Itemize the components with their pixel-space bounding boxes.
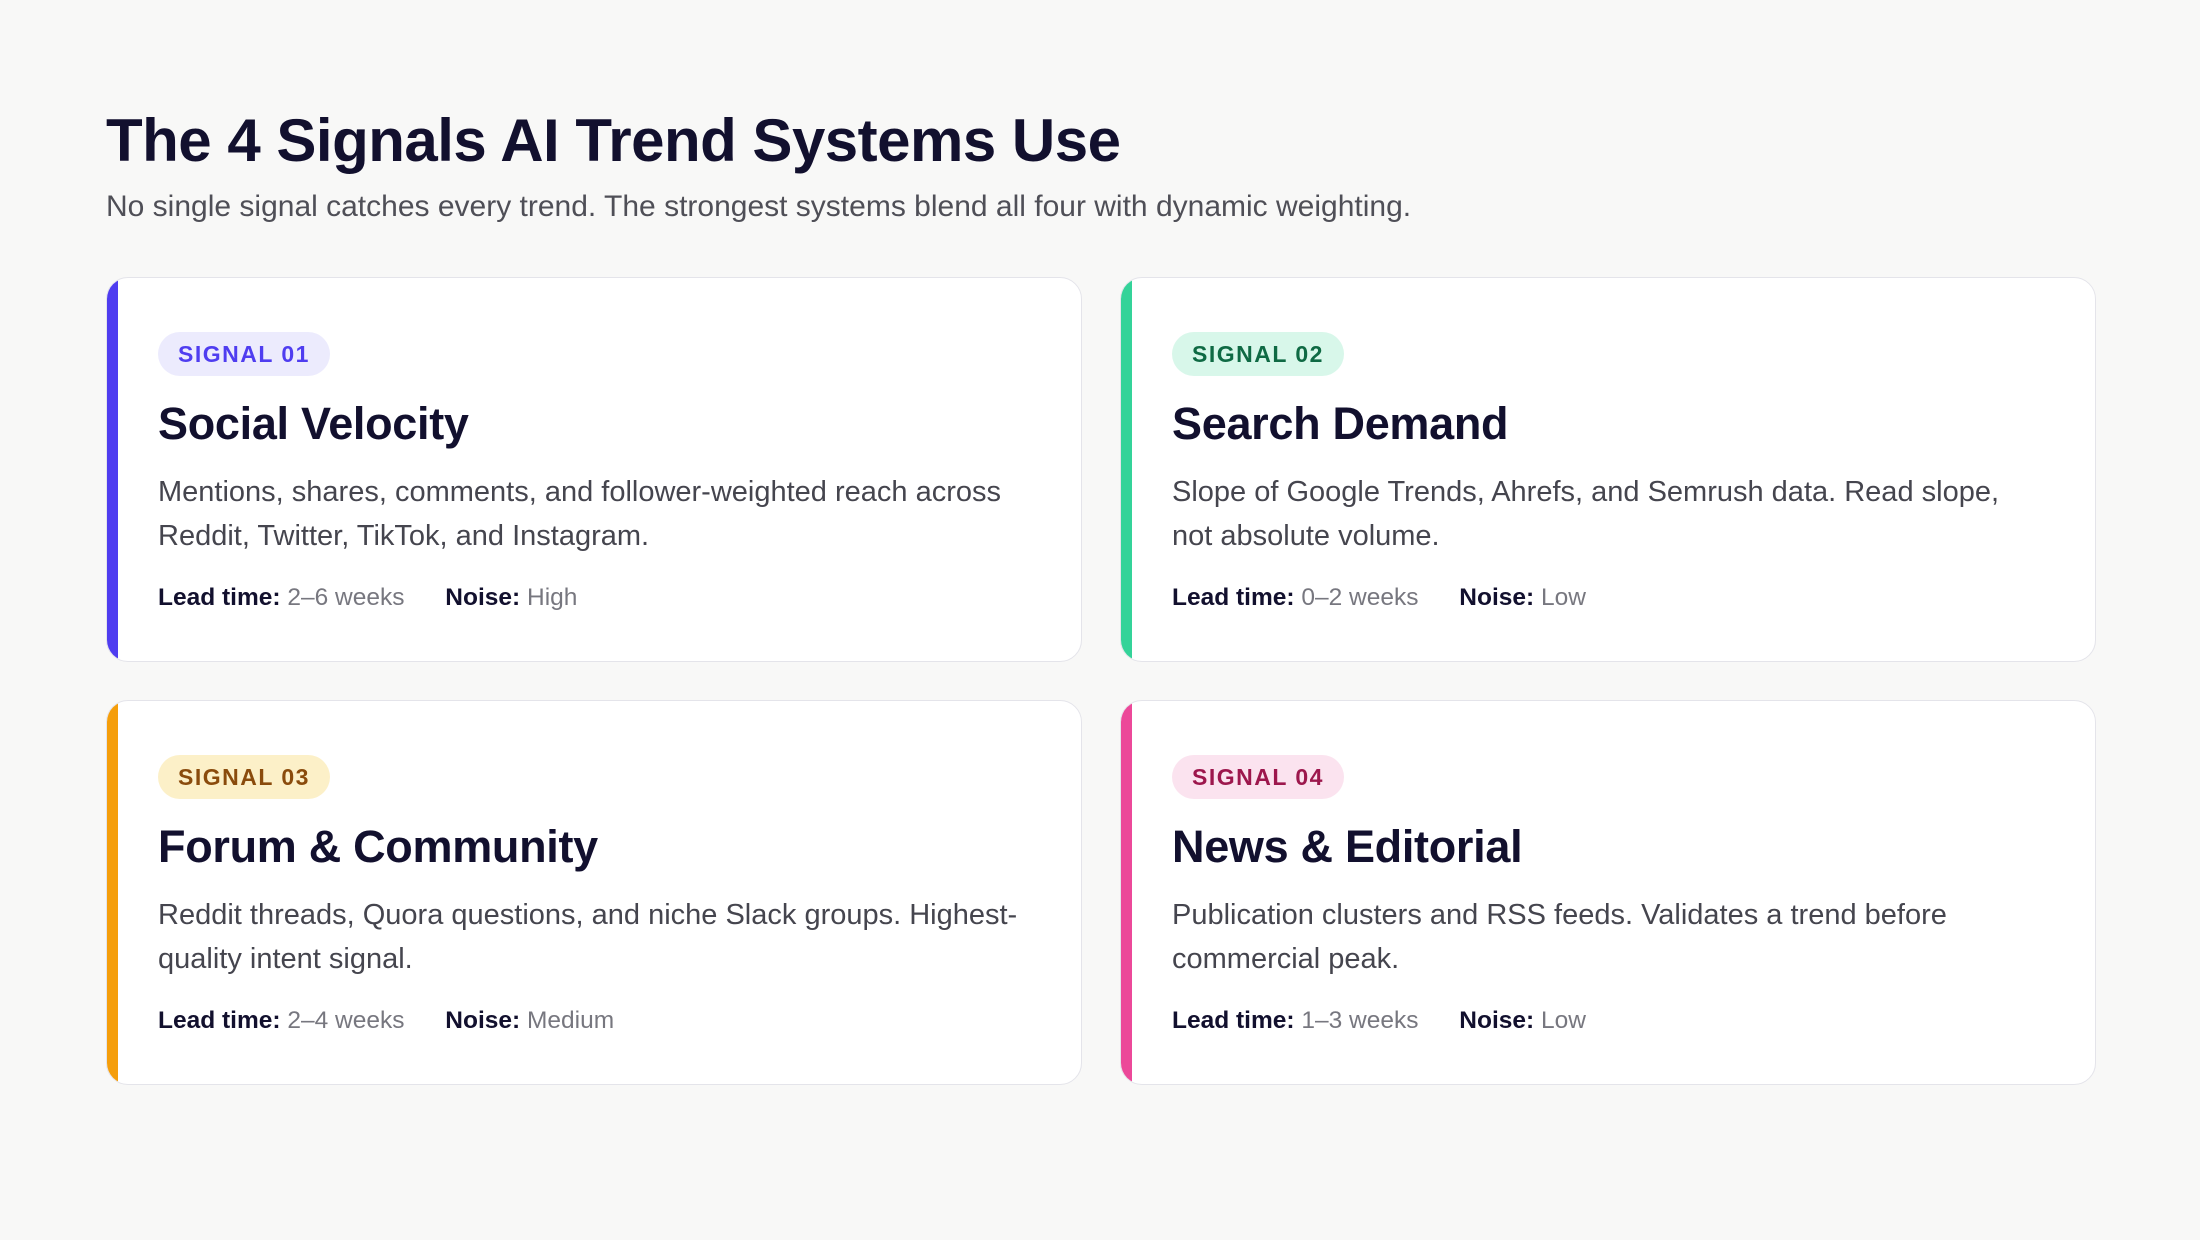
page: The 4 Signals AI Trend Systems Use No si… <box>106 105 2096 1085</box>
signal-card-search-demand: SIGNAL 02 Search Demand Slope of Google … <box>1120 277 2096 662</box>
card-accent-bar <box>1121 701 1132 1084</box>
noise-value: Medium <box>527 1007 615 1034</box>
card-description: Publication clusters and RSS feeds. Vali… <box>1172 899 1947 975</box>
card-meta: Lead time: 1–3 weeks Noise: Low <box>1172 1005 2045 1037</box>
lead-time: Lead time: 1–3 weeks <box>1172 1005 1418 1037</box>
noise: Noise: Low <box>1459 1005 1586 1037</box>
lead-time-label: Lead time: <box>1172 1007 1295 1034</box>
noise: Noise: Medium <box>445 1005 614 1037</box>
card-meta: Lead time: 2–4 weeks Noise: Medium <box>158 1005 1031 1037</box>
lead-time-value: 0–2 weeks <box>1301 584 1419 611</box>
noise-label: Noise: <box>1459 1007 1535 1034</box>
lead-time-label: Lead time: <box>1172 584 1295 611</box>
signal-card-forum-community: SIGNAL 03 Forum & Community Reddit threa… <box>106 700 1082 1085</box>
card-description: Mentions, shares, comments, and follower… <box>158 476 1001 552</box>
noise-value: Low <box>1541 1007 1586 1034</box>
lead-time: Lead time: 0–2 weeks <box>1172 582 1418 614</box>
noise: Noise: Low <box>1459 582 1586 614</box>
signal-card-news-editorial: SIGNAL 04 News & Editorial Publication c… <box>1120 700 2096 1085</box>
noise: Noise: High <box>445 582 577 614</box>
card-title: News & Editorial <box>1172 821 1523 872</box>
lead-time-value: 1–3 weeks <box>1301 1007 1419 1034</box>
card-accent-bar <box>107 701 118 1084</box>
card-title: Forum & Community <box>158 821 598 872</box>
signal-badge: SIGNAL 01 <box>158 332 330 376</box>
lead-time: Lead time: 2–6 weeks <box>158 582 404 614</box>
lead-time-value: 2–6 weeks <box>287 584 405 611</box>
signal-card-grid: SIGNAL 01 Social Velocity Mentions, shar… <box>106 277 2096 1085</box>
noise-label: Noise: <box>445 584 521 611</box>
card-description: Reddit threads, Quora questions, and nic… <box>158 899 1018 975</box>
card-description: Slope of Google Trends, Ahrefs, and Semr… <box>1172 476 2000 552</box>
signal-card-social-velocity: SIGNAL 01 Social Velocity Mentions, shar… <box>106 277 1082 662</box>
noise-label: Noise: <box>445 1007 521 1034</box>
noise-value: Low <box>1541 584 1586 611</box>
page-title: The 4 Signals AI Trend Systems Use <box>106 107 1121 174</box>
noise-value: High <box>527 584 578 611</box>
card-title: Search Demand <box>1172 398 1509 449</box>
card-meta: Lead time: 0–2 weeks Noise: Low <box>1172 582 2045 614</box>
lead-time-label: Lead time: <box>158 1007 281 1034</box>
signal-badge: SIGNAL 03 <box>158 755 330 799</box>
signal-badge: SIGNAL 04 <box>1172 755 1344 799</box>
noise-label: Noise: <box>1459 584 1535 611</box>
card-title: Social Velocity <box>158 398 469 449</box>
card-accent-bar <box>107 278 118 661</box>
card-accent-bar <box>1121 278 1132 661</box>
card-meta: Lead time: 2–6 weeks Noise: High <box>158 582 1031 614</box>
page-subtitle: No single signal catches every trend. Th… <box>106 190 1412 223</box>
signal-badge: SIGNAL 02 <box>1172 332 1344 376</box>
lead-time: Lead time: 2–4 weeks <box>158 1005 404 1037</box>
lead-time-label: Lead time: <box>158 584 281 611</box>
lead-time-value: 2–4 weeks <box>287 1007 405 1034</box>
